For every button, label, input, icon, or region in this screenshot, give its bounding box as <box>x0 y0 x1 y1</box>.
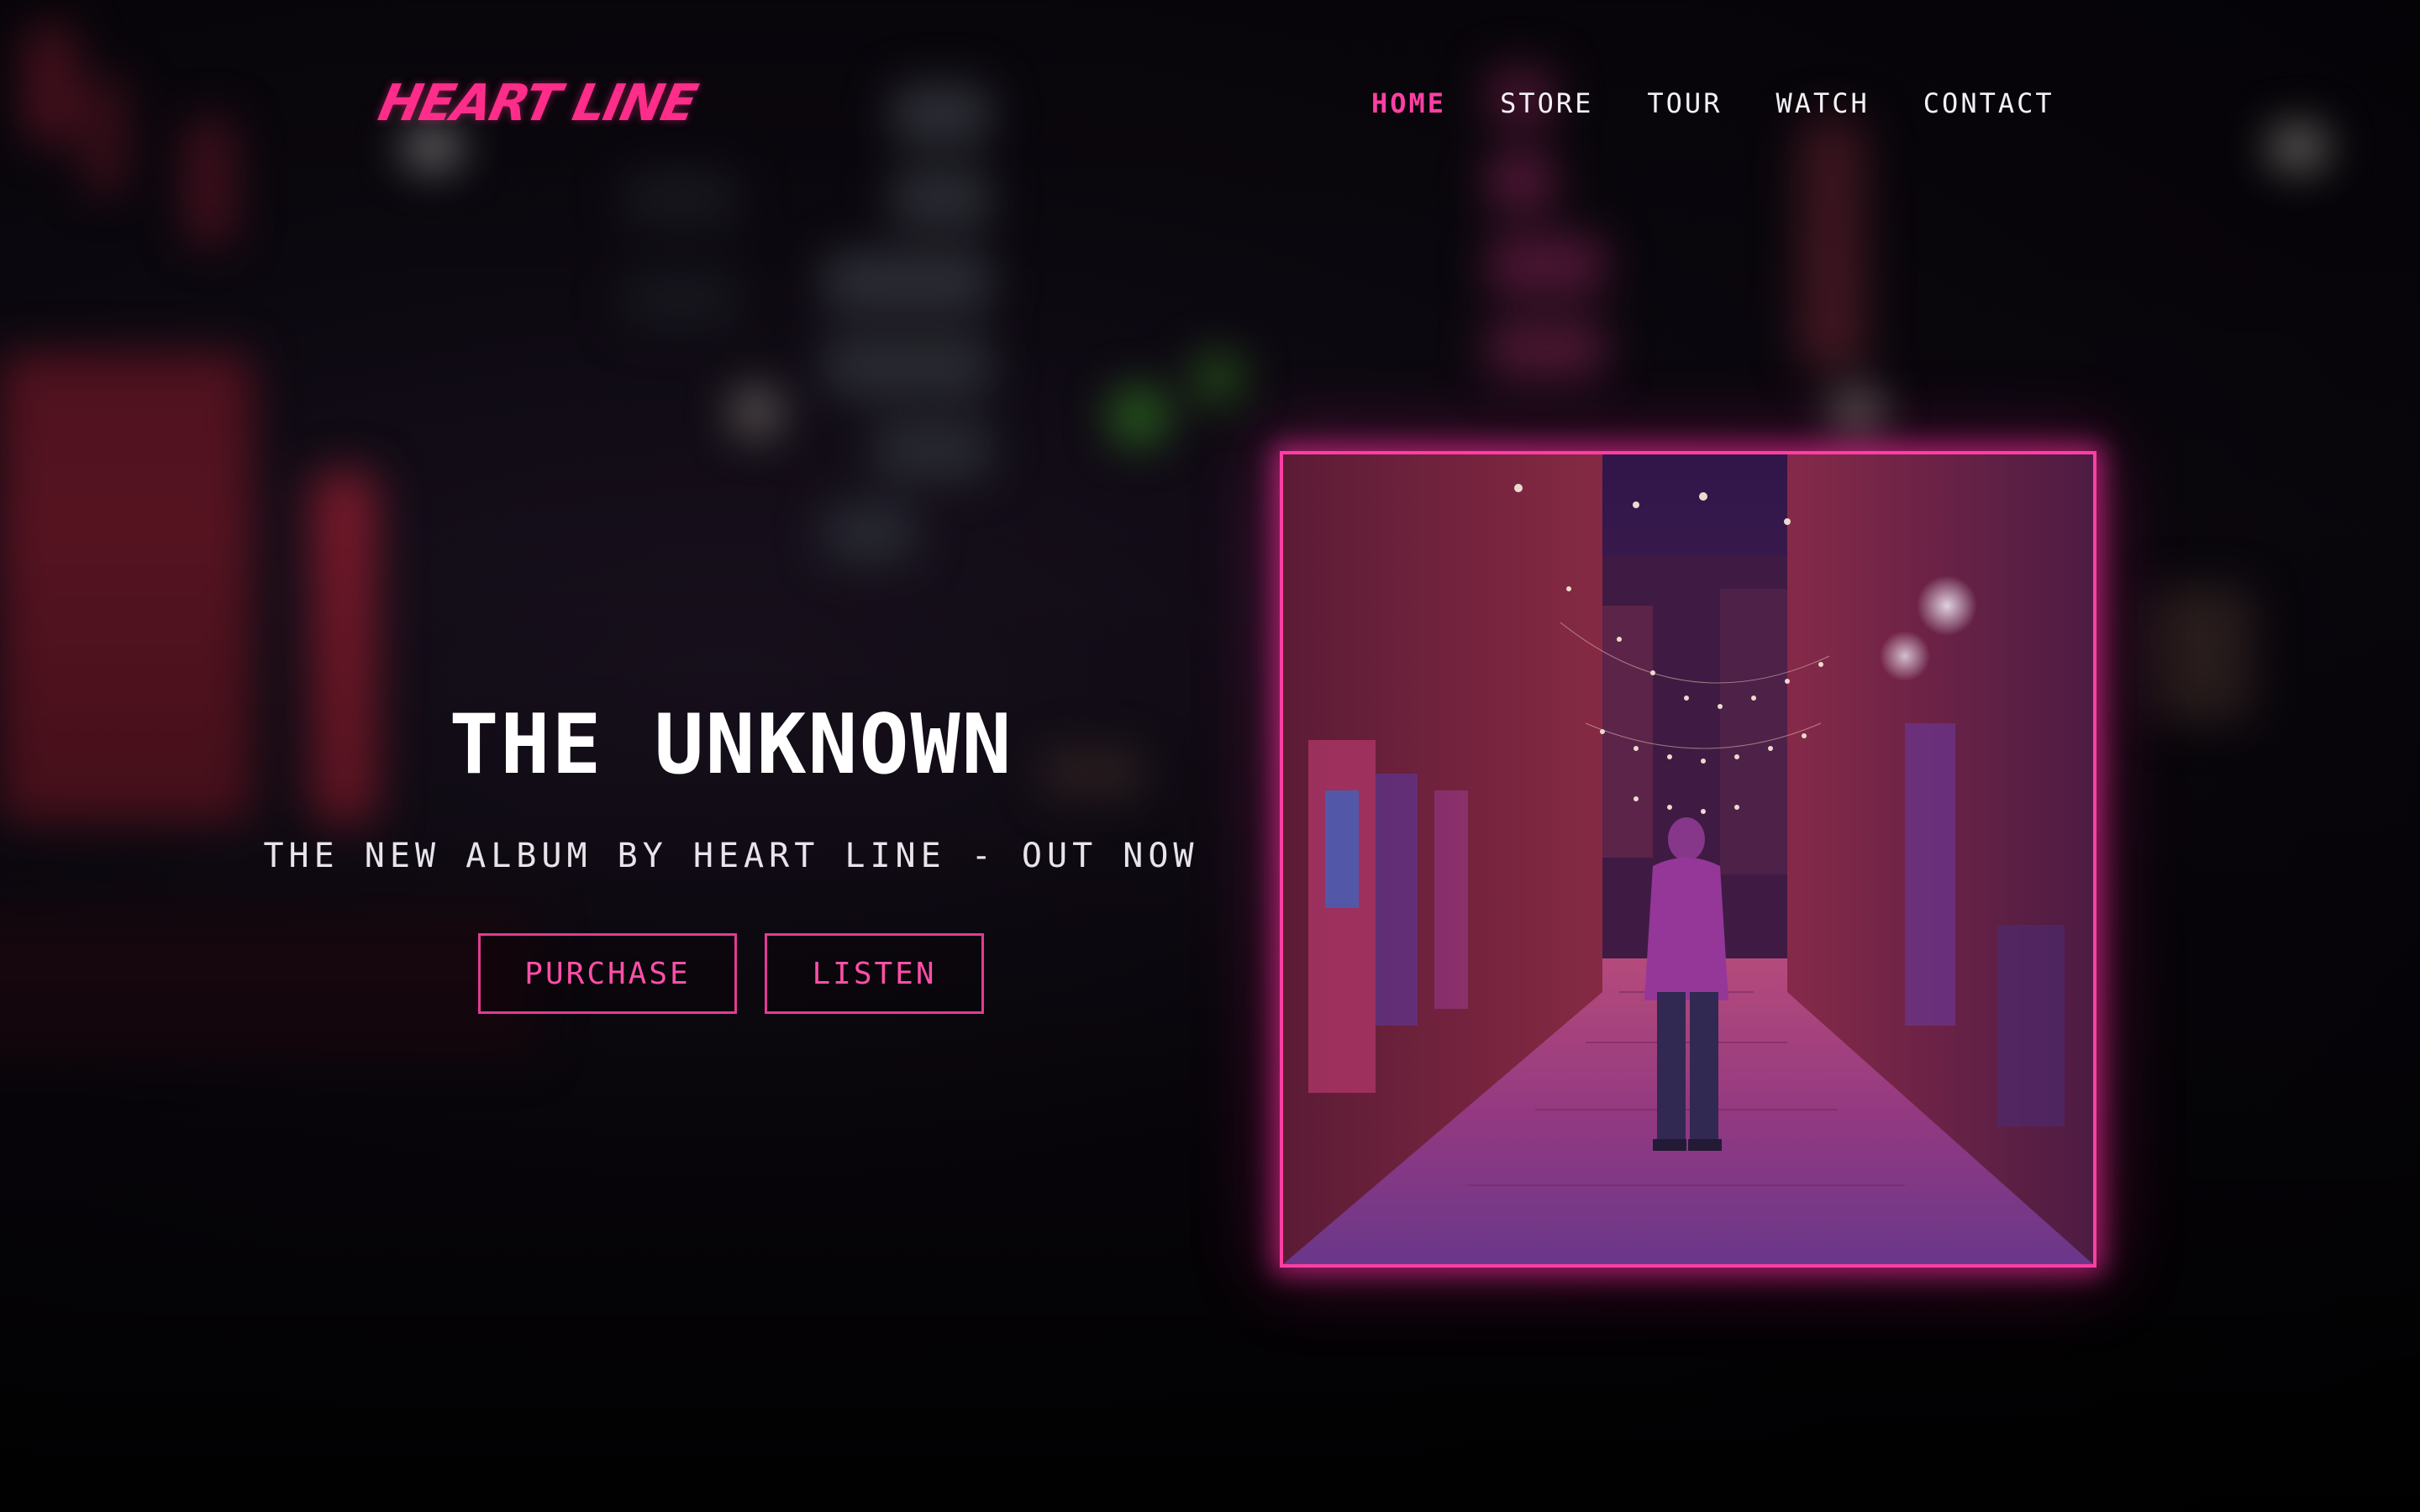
album-title: THE UNKNOWN <box>449 697 1013 793</box>
nav-item-contact[interactable]: CONTACT <box>1923 87 2054 119</box>
brand-logo[interactable]: HEART LINE <box>374 74 702 133</box>
nav-item-home[interactable]: HOME <box>1371 87 1446 119</box>
nav-item-watch[interactable]: WATCH <box>1776 87 1869 119</box>
main-nav: HOME STORE TOUR WATCH CONTACT <box>1371 87 2054 119</box>
album-cover-illustration <box>1283 454 2093 1264</box>
nav-item-store[interactable]: STORE <box>1500 87 1593 119</box>
nav-item-tour[interactable]: TOUR <box>1647 87 1722 119</box>
album-cover-image[interactable] <box>1280 451 2096 1268</box>
listen-button[interactable]: LISTEN <box>765 933 984 1014</box>
album-subtitle: THE NEW ALBUM BY HEART LINE - OUT NOW <box>263 837 1199 875</box>
purchase-button[interactable]: PURCHASE <box>478 933 737 1014</box>
